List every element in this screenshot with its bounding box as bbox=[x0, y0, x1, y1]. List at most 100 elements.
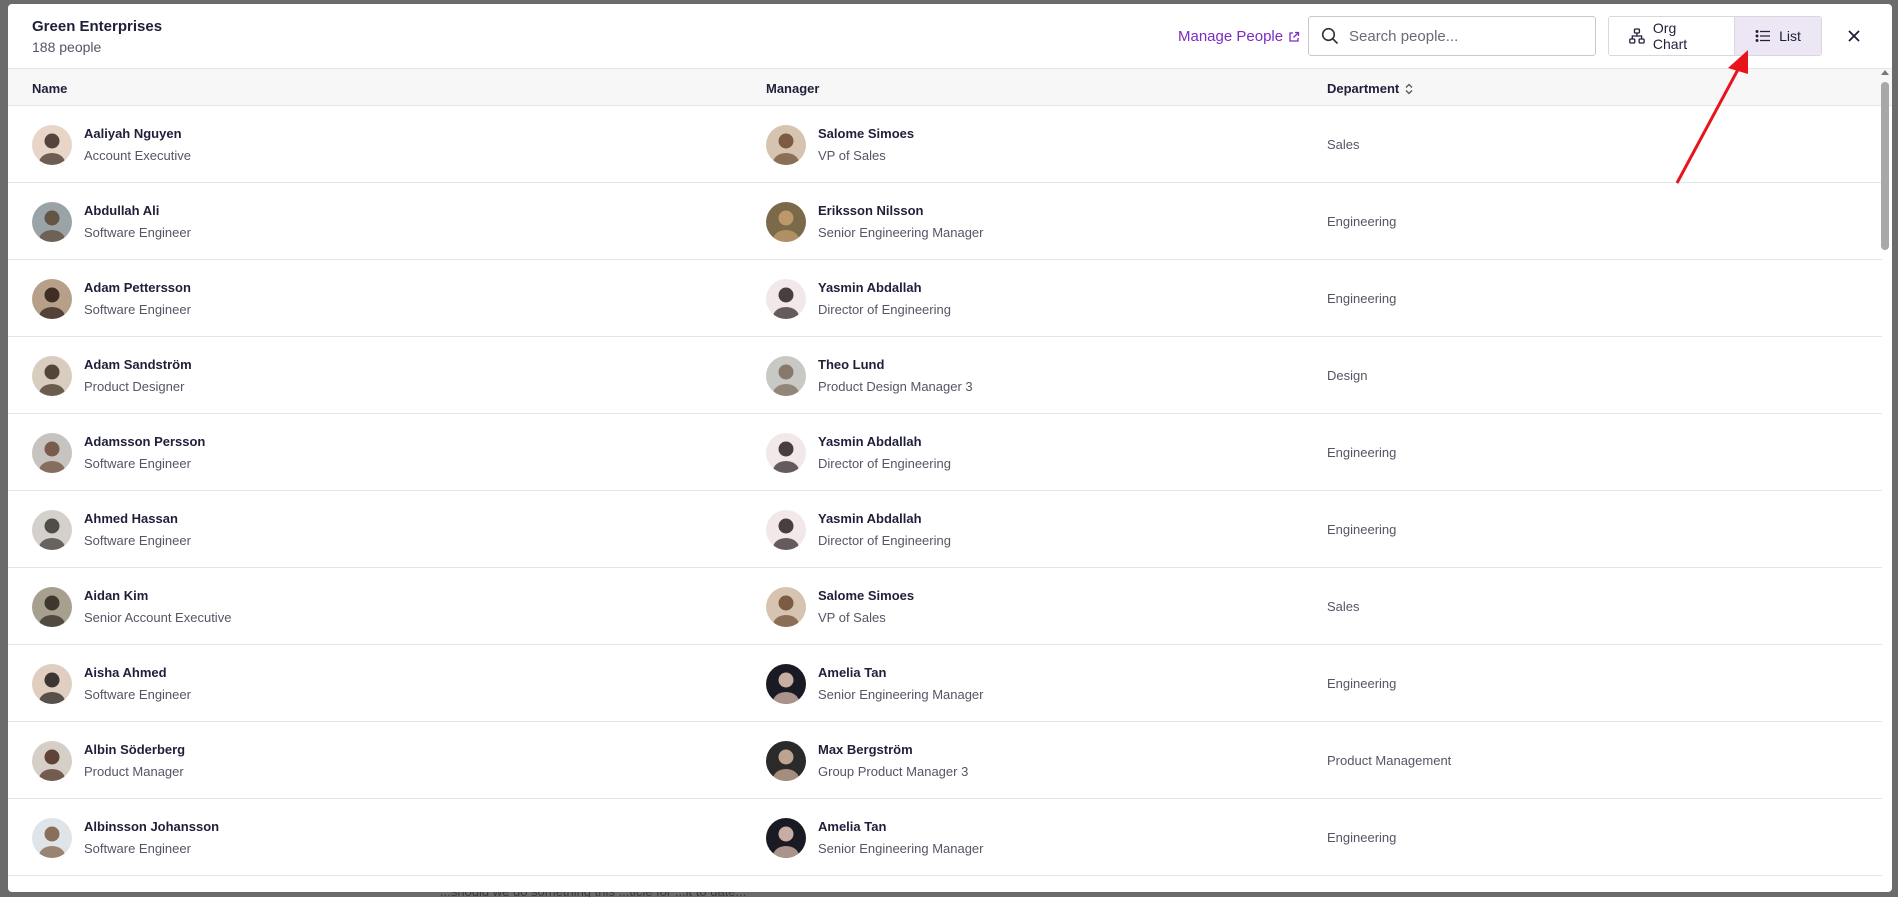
manager-name: Amelia Tan bbox=[818, 665, 887, 680]
employee-cell[interactable]: Adam Pettersson Software Engineer bbox=[32, 260, 191, 337]
table-row[interactable]: Aisha Ahmed Software Engineer Amelia Tan Se… bbox=[8, 645, 1882, 722]
table-row[interactable]: Adamsson Persson Software Engineer Yasmin … bbox=[8, 414, 1882, 491]
manager-title: Group Product Manager 3 bbox=[818, 764, 969, 779]
employee-name: Aisha Ahmed bbox=[84, 665, 167, 680]
manager-info: Yasmin Abdallah Director of Engineering bbox=[818, 280, 951, 317]
manager-avatar bbox=[766, 124, 806, 165]
sort-icon bbox=[1405, 83, 1413, 94]
org-chart-button[interactable]: Org Chart bbox=[1609, 17, 1735, 55]
scrollbar[interactable] bbox=[1880, 70, 1890, 890]
manager-avatar-image bbox=[766, 586, 806, 627]
employee-title: Software Engineer bbox=[84, 841, 191, 856]
manager-name: Yasmin Abdallah bbox=[818, 280, 922, 295]
table-row[interactable]: Abdullah Ali Software Engineer Eriksson Ni… bbox=[8, 183, 1882, 260]
manager-info: Salome Simoes VP of Sales bbox=[818, 126, 914, 163]
list-button[interactable]: List bbox=[1735, 17, 1821, 55]
manager-avatar-image bbox=[766, 278, 806, 319]
employee-title: Product Designer bbox=[84, 379, 185, 394]
employee-name: Adam Pettersson bbox=[84, 280, 191, 295]
employee-cell[interactable]: Aaliyah Nguyen Account Executive bbox=[32, 106, 191, 183]
employee-info: Adam Sandström Product Designer bbox=[84, 357, 192, 394]
table-row[interactable]: Albin Söderberg Product Manager Max Bergst… bbox=[8, 722, 1882, 799]
manager-avatar bbox=[766, 740, 806, 781]
close-icon bbox=[1848, 30, 1860, 42]
manager-cell[interactable]: Amelia Tan Senior Engineering Manager bbox=[766, 645, 984, 722]
department-cell: Engineering bbox=[1327, 445, 1397, 460]
manager-info: Amelia Tan Senior Engineering Manager bbox=[818, 665, 984, 702]
employee-cell[interactable]: Adamsson Persson Software Engineer bbox=[32, 414, 205, 491]
column-header-department[interactable]: Department bbox=[1327, 81, 1413, 96]
manager-title: Director of Engineering bbox=[818, 456, 951, 471]
employee-cell[interactable]: Adam Sandström Product Designer bbox=[32, 337, 192, 414]
employee-cell[interactable]: Albinsson Johansson Software Engineer bbox=[32, 799, 219, 876]
employee-cell[interactable]: Abdullah Ali Software Engineer bbox=[32, 183, 191, 260]
employee-cell[interactable]: Aisha Ahmed Software Engineer bbox=[32, 645, 191, 722]
column-manager-label: Manager bbox=[766, 81, 820, 96]
department-cell: Product Management bbox=[1327, 753, 1452, 768]
scroll-up-arrow[interactable] bbox=[1881, 70, 1889, 75]
manager-name: Yasmin Abdallah bbox=[818, 511, 922, 526]
manager-info: Theo Lund Product Design Manager 3 bbox=[818, 357, 973, 394]
manager-avatar bbox=[766, 201, 806, 242]
employee-cell[interactable]: Ahmed Hassan Software Engineer bbox=[32, 491, 191, 568]
column-header-manager: Manager bbox=[766, 81, 819, 96]
manager-cell[interactable]: Yasmin Abdallah Director of Engineering bbox=[766, 491, 951, 568]
manager-cell[interactable]: Theo Lund Product Design Manager 3 bbox=[766, 337, 973, 414]
manager-cell[interactable]: Salome Simoes VP of Sales bbox=[766, 568, 914, 645]
manager-cell[interactable]: Yasmin Abdallah Director of Engineering bbox=[766, 260, 951, 337]
manager-cell[interactable]: Eriksson Nilsson Senior Engineering Manag… bbox=[766, 183, 984, 260]
avatar bbox=[32, 432, 72, 473]
search-icon bbox=[1321, 27, 1339, 45]
avatar bbox=[32, 663, 72, 704]
table-row[interactable]: Albinsson Johansson Software Engineer Amel… bbox=[8, 799, 1882, 876]
manager-avatar bbox=[766, 278, 806, 319]
table-row[interactable]: Adam Sandström Product Designer Theo Lund P… bbox=[8, 337, 1882, 414]
manage-people-label: Manage People bbox=[1178, 28, 1284, 45]
employee-name: Adamsson Persson bbox=[84, 434, 206, 449]
avatar bbox=[32, 201, 72, 242]
manage-people-link[interactable]: Manage People bbox=[1178, 28, 1300, 45]
table-row[interactable]: Aaliyah Nguyen Account Executive Salome Si… bbox=[8, 106, 1882, 183]
search-box[interactable] bbox=[1308, 16, 1596, 56]
avatar-image bbox=[32, 355, 72, 396]
search-input[interactable] bbox=[1349, 27, 1579, 45]
manager-avatar bbox=[766, 817, 806, 858]
employee-info: Ahmed Hassan Software Engineer bbox=[84, 511, 191, 548]
department-cell: Engineering bbox=[1327, 830, 1397, 845]
employee-info: Abdullah Ali Software Engineer bbox=[84, 203, 191, 240]
avatar bbox=[32, 586, 72, 627]
avatar-image bbox=[32, 124, 72, 165]
modal-header: Green Enterprises 188 people Manage Peop… bbox=[8, 4, 1892, 69]
department-cell: Engineering bbox=[1327, 291, 1397, 306]
manager-cell[interactable]: Yasmin Abdallah Director of Engineering bbox=[766, 414, 951, 491]
manager-avatar bbox=[766, 355, 806, 396]
avatar-image bbox=[32, 432, 72, 473]
manager-cell[interactable]: Max Bergström Group Product Manager 3 bbox=[766, 722, 968, 799]
employee-title: Software Engineer bbox=[84, 456, 191, 471]
employee-info: Aisha Ahmed Software Engineer bbox=[84, 665, 191, 702]
table-row[interactable]: Aidan Kim Senior Account Executive Salome … bbox=[8, 568, 1882, 645]
manager-avatar bbox=[766, 586, 806, 627]
employee-info: Adamsson Persson Software Engineer bbox=[84, 434, 205, 471]
view-toggle: Org Chart List bbox=[1608, 16, 1822, 56]
manager-avatar-image bbox=[766, 432, 806, 473]
manager-name: Eriksson Nilsson bbox=[818, 203, 924, 218]
manager-title: VP of Sales bbox=[818, 148, 886, 163]
table-row[interactable]: Ahmed Hassan Software Engineer Yasmin Abda… bbox=[8, 491, 1882, 568]
scroll-thumb[interactable] bbox=[1881, 82, 1889, 250]
manager-avatar-image bbox=[766, 355, 806, 396]
department-cell: Engineering bbox=[1327, 676, 1397, 691]
employee-cell[interactable]: Aidan Kim Senior Account Executive bbox=[32, 568, 231, 645]
employee-info: Albin Söderberg Product Manager bbox=[84, 742, 185, 779]
manager-avatar bbox=[766, 663, 806, 704]
manager-cell[interactable]: Amelia Tan Senior Engineering Manager bbox=[766, 799, 984, 876]
manager-avatar-image bbox=[766, 663, 806, 704]
manager-cell[interactable]: Salome Simoes VP of Sales bbox=[766, 106, 914, 183]
employee-cell[interactable]: Albin Söderberg Product Manager bbox=[32, 722, 185, 799]
close-button[interactable] bbox=[1844, 26, 1864, 46]
manager-title: Product Design Manager 3 bbox=[818, 379, 973, 394]
manager-avatar bbox=[766, 509, 806, 550]
department-cell: Engineering bbox=[1327, 214, 1397, 229]
column-header-name: Name bbox=[32, 81, 67, 96]
table-row[interactable]: Adam Pettersson Software Engineer Yasmin A… bbox=[8, 260, 1882, 337]
